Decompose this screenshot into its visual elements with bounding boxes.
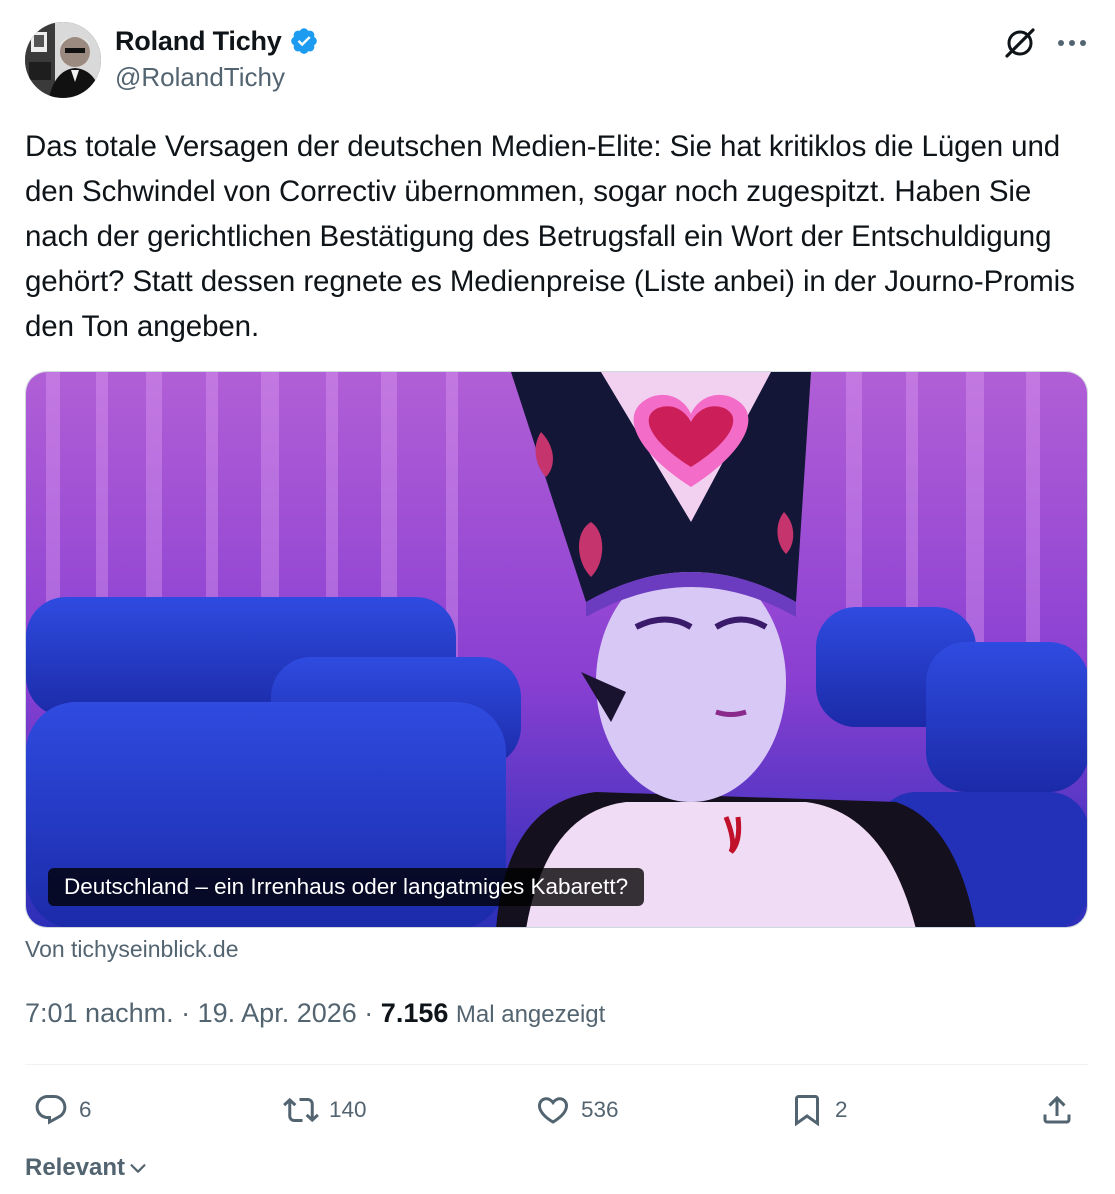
reply-count: 6: [79, 1097, 92, 1122]
post-time[interactable]: 7:01 nachm.: [25, 998, 174, 1028]
post-text: Das totale Versagen der deutschen Medien…: [25, 130, 1075, 343]
author-names: Roland Tichy @RolandTichy: [115, 24, 319, 93]
views-label: Mal angezeigt: [455, 1001, 606, 1028]
post-date[interactable]: 19. Apr. 2026: [198, 998, 357, 1028]
bookmark-count: 2: [835, 1097, 848, 1122]
repost-button[interactable]: 140: [283, 1086, 367, 1134]
post-header: Roland Tichy @RolandTichy: [25, 22, 1090, 100]
card-source-link[interactable]: Von tichyseinblick.de: [25, 936, 239, 963]
replies-sort-dropdown[interactable]: Relevant: [25, 1154, 149, 1182]
more-icon[interactable]: [1055, 26, 1089, 60]
author-display-name[interactable]: Roland Tichy: [115, 26, 282, 57]
divider: [25, 1064, 1088, 1065]
replies-sort-label: Relevant: [25, 1154, 126, 1181]
action-bar: 6 140 536 2: [25, 1086, 1088, 1134]
chevron-down-icon: [130, 1164, 146, 1173]
meta-separator: ·: [364, 998, 374, 1028]
author-handle[interactable]: @RolandTichy: [115, 62, 319, 93]
bookmark-icon: [795, 1095, 819, 1127]
repost-count: 140: [329, 1097, 367, 1122]
card-caption[interactable]: Deutschland – ein Irrenhaus oder langatm…: [48, 868, 645, 906]
like-button[interactable]: 536: [535, 1086, 619, 1134]
bookmark-button[interactable]: 2: [789, 1086, 848, 1134]
like-icon: [537, 1097, 569, 1124]
share-button[interactable]: [1039, 1086, 1075, 1134]
repost-icon: [283, 1097, 319, 1123]
reply-button[interactable]: 6: [33, 1086, 92, 1134]
like-count: 536: [581, 1097, 619, 1122]
post-meta: 7:01 nachm. · 19. Apr. 2026 · 7.156 Mal …: [25, 998, 605, 1029]
meta-separator: ·: [181, 998, 191, 1028]
verified-badge-icon[interactable]: [289, 26, 319, 56]
grok-icon[interactable]: [1003, 26, 1037, 60]
views-count: 7.156: [380, 998, 449, 1028]
avatar[interactable]: [25, 22, 101, 98]
share-icon: [1043, 1095, 1071, 1124]
reply-icon: [35, 1095, 67, 1125]
link-card-image[interactable]: Deutschland – ein Irrenhaus oder langatm…: [25, 371, 1088, 928]
